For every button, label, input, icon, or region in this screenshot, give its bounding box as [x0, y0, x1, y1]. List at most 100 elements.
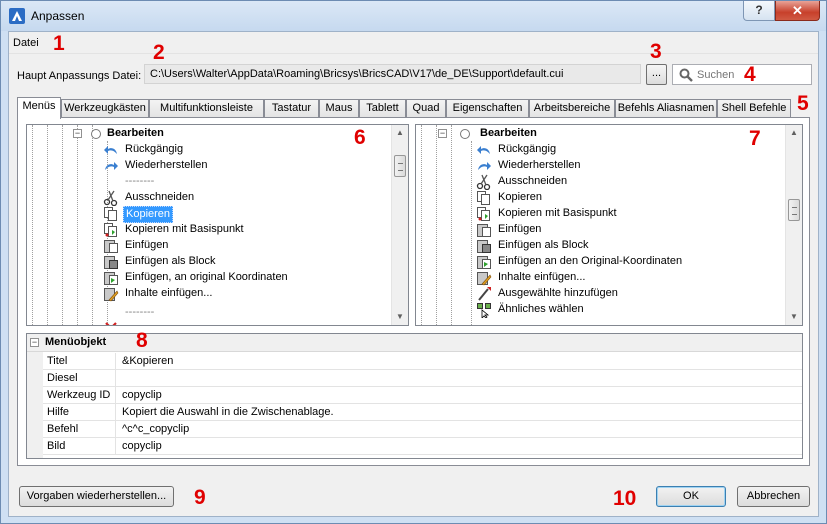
scroll-thumb[interactable]: [788, 199, 800, 221]
tree-item-undo[interactable]: Rückgängig: [103, 142, 363, 158]
scroll-thumb[interactable]: [394, 155, 406, 177]
tab-tablet[interactable]: Tablett: [359, 99, 406, 118]
tab-toolbars[interactable]: Werkzeugkästen: [61, 99, 149, 118]
tree-item-label: Kopieren: [498, 191, 543, 203]
annotation-8: 8: [136, 329, 148, 352]
property-value[interactable]: ^c^c_copyclip: [122, 423, 189, 435]
paste-icon: [104, 240, 118, 253]
tree-item-label: Wiederherstellen: [125, 159, 208, 171]
tree-item-label: Wiederherstellen: [498, 159, 581, 171]
tree-item-copy-base[interactable]: Kopieren mit Basispunkt: [476, 206, 776, 222]
search-box[interactable]: [672, 64, 812, 85]
tree-item-paste-special[interactable]: Inhalte einfügen...: [103, 286, 363, 302]
tree-item-label: Ähnliches wählen: [498, 303, 584, 315]
tree-item-label: Ausgewählte hinzufügen: [498, 287, 618, 299]
property-key: Diesel: [43, 370, 116, 387]
tree-guide: [92, 125, 93, 325]
tree-item-label: Rückgängig: [125, 143, 184, 155]
property-value[interactable]: Kopiert die Auswahl in die Zwischenablag…: [122, 406, 334, 418]
property-value[interactable]: copyclip: [122, 440, 162, 452]
tab-shell-commands[interactable]: Shell Befehle: [717, 99, 791, 118]
tree-item-paste[interactable]: Einfügen: [476, 222, 776, 238]
tree-item-paste-block[interactable]: Einfügen als Block: [103, 254, 363, 270]
scroll-down-arrow-icon[interactable]: ▼: [786, 309, 802, 325]
tree-item-partial: [103, 320, 143, 325]
tree-item-paste[interactable]: Einfügen: [103, 238, 363, 254]
tree-item-separator[interactable]: --------: [103, 305, 363, 321]
tree-item-paste-original[interactable]: Einfügen an den Original-Koordinaten: [476, 254, 776, 270]
help-button[interactable]: ?: [743, 1, 775, 21]
tree-item-select-similar[interactable]: Ähnliches wählen: [476, 302, 776, 318]
tree-item-label: Ausschneiden: [498, 175, 568, 187]
property-row-image[interactable]: Bild copyclip: [43, 438, 802, 455]
tree-item-copy-base[interactable]: Kopieren mit Basispunkt: [103, 222, 363, 238]
property-key: Titel: [43, 353, 116, 370]
collapse-icon[interactable]: −: [30, 338, 39, 347]
tab-command-aliases[interactable]: Befehls Aliasnamen: [615, 99, 717, 118]
tree-node-bearbeiten[interactable]: − Bearbeiten: [73, 126, 253, 142]
tree-item-undo[interactable]: Rückgängig: [476, 142, 776, 158]
collapse-icon[interactable]: −: [438, 129, 447, 138]
property-row-diesel[interactable]: Diesel: [43, 370, 802, 387]
tab-workspaces[interactable]: Arbeitsbereiche: [529, 99, 615, 118]
property-value[interactable]: &Kopieren: [122, 355, 173, 367]
property-row-title[interactable]: Titel &Kopieren: [43, 353, 802, 370]
close-button[interactable]: ✕: [775, 1, 820, 21]
right-tree-scrollbar[interactable]: ▲ ▼: [785, 125, 802, 325]
cancel-button[interactable]: Abbrechen: [737, 486, 810, 507]
tree-guide: [32, 125, 33, 325]
tree-item-cut[interactable]: Ausschneiden: [476, 174, 776, 190]
tree-item-label: Kopieren mit Basispunkt: [125, 223, 244, 235]
separator-label: --------: [125, 175, 155, 187]
property-value[interactable]: copyclip: [122, 389, 162, 401]
tab-properties[interactable]: Eigenschaften: [446, 99, 529, 118]
scroll-up-arrow-icon[interactable]: ▲: [392, 125, 408, 141]
ok-button[interactable]: OK: [656, 486, 726, 507]
tree-item-label: Einfügen, an original Koordinaten: [125, 271, 288, 283]
title-bar[interactable]: Anpassen ? ✕: [1, 1, 826, 31]
tab-ribbon[interactable]: Multifunktionsleiste: [149, 99, 264, 118]
tab-mouse[interactable]: Maus: [319, 99, 359, 118]
paste-special-icon: [104, 288, 119, 302]
property-row-tool-id[interactable]: Werkzeug ID copyclip: [43, 387, 802, 404]
copy-base-icon: [477, 207, 490, 221]
tab-menus[interactable]: Menüs: [17, 97, 61, 119]
tree-item-copy[interactable]: Kopieren: [103, 206, 363, 223]
tree-item-paste-block[interactable]: Einfügen als Block: [476, 238, 776, 254]
left-menu-tree[interactable]: − Bearbeiten Rückgängig Wiederherstellen…: [26, 124, 409, 326]
annotation-10: 10: [613, 487, 637, 510]
tree-item-add-selected[interactable]: Ausgewählte hinzufügen: [476, 286, 776, 302]
scroll-down-arrow-icon[interactable]: ▼: [392, 309, 408, 325]
menu-item-datei[interactable]: Datei: [13, 37, 39, 49]
tree-item-redo[interactable]: Wiederherstellen: [476, 158, 776, 174]
customize-window: Anpassen ? ✕ Datei Haupt Anpassungs Date…: [0, 0, 827, 524]
property-row-help[interactable]: Hilfe Kopiert die Auswahl in die Zwische…: [43, 404, 802, 421]
scroll-up-arrow-icon[interactable]: ▲: [786, 125, 802, 141]
tree-item-cut[interactable]: Ausschneiden: [103, 190, 363, 206]
dialog-client: Datei Haupt Anpassungs Datei: C:\Users\W…: [8, 31, 819, 517]
tab-quad[interactable]: Quad: [406, 99, 446, 118]
paste-block-icon: [104, 256, 118, 269]
search-icon: [679, 68, 693, 82]
copy-icon: [104, 207, 117, 221]
property-row-command[interactable]: Befehl ^c^c_copyclip: [43, 421, 802, 438]
browse-button[interactable]: ...: [646, 64, 667, 85]
menu-node-icon: [91, 129, 101, 139]
bricscad-app-icon: [9, 8, 25, 24]
tree-node-label: Bearbeiten: [107, 127, 164, 139]
tree-item-copy[interactable]: Kopieren: [476, 190, 776, 206]
tree-node-bearbeiten[interactable]: − Bearbeiten: [438, 126, 618, 142]
tab-keyboard[interactable]: Tastatur: [264, 99, 319, 118]
right-menu-tree[interactable]: − Bearbeiten Rückgängig Wiederherstellen…: [415, 124, 803, 326]
collapse-icon[interactable]: −: [73, 129, 82, 138]
restore-defaults-button[interactable]: Vorgaben wiederherstellen...: [19, 486, 174, 507]
tree-guide: [77, 125, 78, 325]
paste-orig-icon: [104, 272, 118, 285]
tree-guide: [471, 141, 472, 325]
tree-item-redo[interactable]: Wiederherstellen: [103, 158, 363, 174]
tree-item-separator[interactable]: --------: [103, 174, 363, 190]
tree-item-paste-special[interactable]: Inhalte einfügen...: [476, 270, 776, 286]
left-tree-scrollbar[interactable]: ▲ ▼: [391, 125, 408, 325]
annotation-7: 7: [749, 127, 761, 150]
tree-item-paste-original[interactable]: Einfügen, an original Koordinaten: [103, 270, 393, 286]
